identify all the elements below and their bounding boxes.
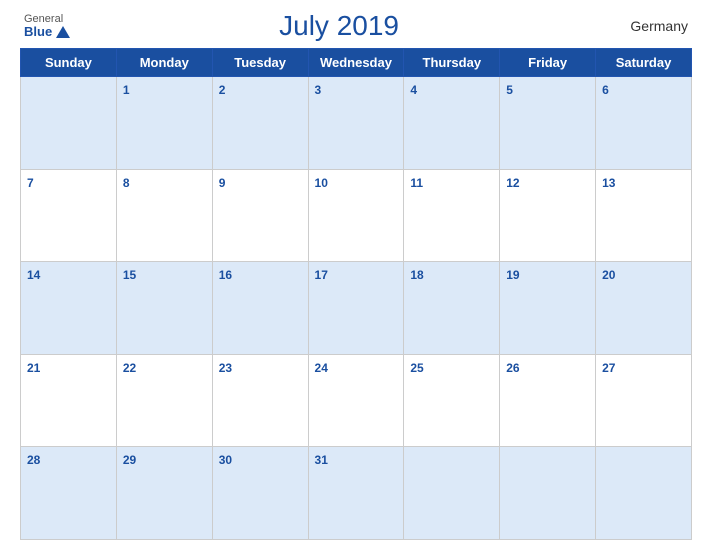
calendar-day-cell: 8 bbox=[116, 169, 212, 262]
calendar-header: General Blue July 2019 Germany bbox=[20, 10, 692, 42]
day-number: 17 bbox=[315, 268, 328, 282]
day-number: 20 bbox=[602, 268, 615, 282]
day-number: 1 bbox=[123, 83, 130, 97]
calendar-day-cell: 30 bbox=[212, 447, 308, 540]
calendar-day-cell: 27 bbox=[596, 354, 692, 447]
calendar-day-cell: 1 bbox=[116, 77, 212, 170]
day-number: 3 bbox=[315, 83, 322, 97]
calendar-week-row: 21 22 23 24 25 26 27 bbox=[21, 354, 692, 447]
day-number: 2 bbox=[219, 83, 226, 97]
day-number: 25 bbox=[410, 361, 423, 375]
calendar-day-cell: 25 bbox=[404, 354, 500, 447]
calendar-day-cell: 22 bbox=[116, 354, 212, 447]
day-number: 27 bbox=[602, 361, 615, 375]
calendar-day-cell: 6 bbox=[596, 77, 692, 170]
calendar-day-cell bbox=[596, 447, 692, 540]
day-number: 4 bbox=[410, 83, 417, 97]
weekday-header-wednesday: Wednesday bbox=[308, 49, 404, 77]
weekday-header-friday: Friday bbox=[500, 49, 596, 77]
day-number: 19 bbox=[506, 268, 519, 282]
day-number: 9 bbox=[219, 176, 226, 190]
calendar-day-cell: 14 bbox=[21, 262, 117, 355]
day-number: 30 bbox=[219, 453, 232, 467]
calendar-week-row: 1 2 3 4 5 6 bbox=[21, 77, 692, 170]
day-number: 6 bbox=[602, 83, 609, 97]
calendar-day-cell bbox=[404, 447, 500, 540]
day-number: 31 bbox=[315, 453, 328, 467]
day-number: 29 bbox=[123, 453, 136, 467]
calendar-day-cell bbox=[21, 77, 117, 170]
weekday-header-monday: Monday bbox=[116, 49, 212, 77]
day-number: 15 bbox=[123, 268, 136, 282]
calendar-day-cell: 18 bbox=[404, 262, 500, 355]
calendar-day-cell: 7 bbox=[21, 169, 117, 262]
calendar-day-cell: 3 bbox=[308, 77, 404, 170]
calendar-day-cell: 28 bbox=[21, 447, 117, 540]
calendar-day-cell: 5 bbox=[500, 77, 596, 170]
country-label: Germany bbox=[608, 18, 688, 34]
day-number: 21 bbox=[27, 361, 40, 375]
calendar-day-cell: 23 bbox=[212, 354, 308, 447]
day-number: 11 bbox=[410, 176, 423, 190]
day-number: 26 bbox=[506, 361, 519, 375]
calendar-day-cell: 16 bbox=[212, 262, 308, 355]
calendar-day-cell: 19 bbox=[500, 262, 596, 355]
day-number: 7 bbox=[27, 176, 34, 190]
calendar-title: July 2019 bbox=[70, 10, 608, 42]
day-number: 22 bbox=[123, 361, 136, 375]
calendar-day-cell: 4 bbox=[404, 77, 500, 170]
weekday-header-row: SundayMondayTuesdayWednesdayThursdayFrid… bbox=[21, 49, 692, 77]
calendar-day-cell: 13 bbox=[596, 169, 692, 262]
logo-triangle-icon bbox=[56, 26, 70, 38]
day-number: 13 bbox=[602, 176, 615, 190]
calendar-week-row: 14 15 16 17 18 19 20 bbox=[21, 262, 692, 355]
day-number: 12 bbox=[506, 176, 519, 190]
day-number: 16 bbox=[219, 268, 232, 282]
calendar-day-cell: 2 bbox=[212, 77, 308, 170]
calendar-day-cell: 9 bbox=[212, 169, 308, 262]
day-number: 14 bbox=[27, 268, 40, 282]
calendar-table: SundayMondayTuesdayWednesdayThursdayFrid… bbox=[20, 48, 692, 540]
calendar-day-cell: 31 bbox=[308, 447, 404, 540]
calendar-day-cell: 17 bbox=[308, 262, 404, 355]
weekday-header-thursday: Thursday bbox=[404, 49, 500, 77]
calendar-day-cell: 21 bbox=[21, 354, 117, 447]
weekday-header-tuesday: Tuesday bbox=[212, 49, 308, 77]
day-number: 24 bbox=[315, 361, 328, 375]
calendar-day-cell: 15 bbox=[116, 262, 212, 355]
calendar-day-cell: 20 bbox=[596, 262, 692, 355]
logo: General Blue bbox=[24, 13, 70, 39]
weekday-header-sunday: Sunday bbox=[21, 49, 117, 77]
calendar-week-row: 7 8 9 10 11 12 13 bbox=[21, 169, 692, 262]
calendar-week-row: 28 29 30 31 bbox=[21, 447, 692, 540]
day-number: 28 bbox=[27, 453, 40, 467]
calendar-day-cell: 12 bbox=[500, 169, 596, 262]
calendar-day-cell: 11 bbox=[404, 169, 500, 262]
weekday-header-saturday: Saturday bbox=[596, 49, 692, 77]
calendar-day-cell: 24 bbox=[308, 354, 404, 447]
calendar-day-cell: 29 bbox=[116, 447, 212, 540]
day-number: 8 bbox=[123, 176, 130, 190]
day-number: 5 bbox=[506, 83, 513, 97]
logo-blue-text: Blue bbox=[24, 25, 70, 39]
calendar-day-cell bbox=[500, 447, 596, 540]
day-number: 18 bbox=[410, 268, 423, 282]
calendar-day-cell: 26 bbox=[500, 354, 596, 447]
day-number: 23 bbox=[219, 361, 232, 375]
calendar-day-cell: 10 bbox=[308, 169, 404, 262]
day-number: 10 bbox=[315, 176, 328, 190]
